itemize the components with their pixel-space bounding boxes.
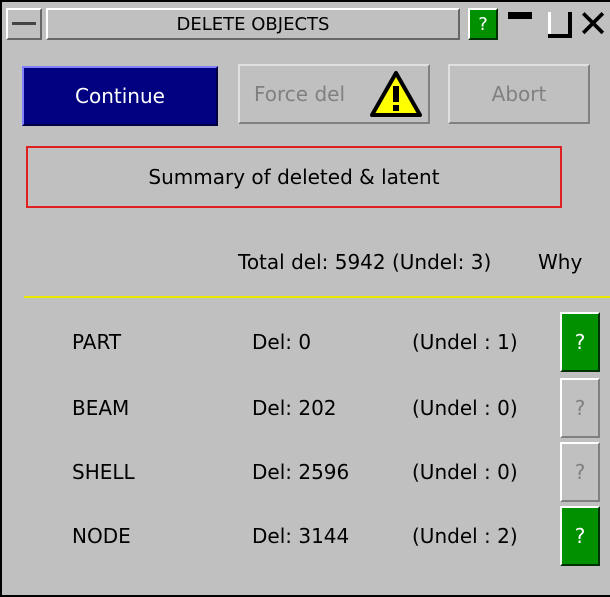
row-deleted-count: Del: 3144 — [252, 524, 350, 548]
table-row-shell: SHELL Del: 2596 (Undel : 0) ? — [2, 442, 610, 502]
row-help-button[interactable]: ? — [560, 312, 600, 372]
delete-objects-window: DELETE OBJECTS ? ✕ Continue Force del Ab… — [0, 0, 610, 597]
row-type: NODE — [72, 524, 131, 548]
force-delete-button[interactable]: Force del — [238, 64, 430, 124]
minimize-icon — [508, 12, 532, 19]
separator-line — [24, 296, 610, 298]
row-undeleted-count: (Undel : 0) — [412, 460, 518, 484]
minimize-button[interactable] — [504, 8, 536, 40]
total-deleted-text: Total del: 5942 (Undel: 3) — [238, 250, 492, 274]
row-deleted-count: Del: 0 — [252, 330, 312, 354]
continue-button[interactable]: Continue — [22, 66, 218, 126]
table-row-beam: BEAM Del: 202 (Undel : 0) ? — [2, 378, 610, 438]
row-undeleted-count: (Undel : 1) — [412, 330, 518, 354]
help-button[interactable]: ? — [468, 8, 498, 40]
title-bar: DELETE OBJECTS ? ✕ — [2, 2, 610, 48]
why-label: Why — [538, 250, 583, 274]
row-deleted-count: Del: 2596 — [252, 460, 350, 484]
row-undeleted-count: (Undel : 2) — [412, 524, 518, 548]
row-undeleted-count: (Undel : 0) — [412, 396, 518, 420]
row-help-button[interactable]: ? — [560, 378, 600, 438]
summary-button[interactable]: Summary of deleted & latent — [26, 146, 562, 208]
maximize-button[interactable] — [542, 8, 574, 40]
table-row-node: NODE Del: 3144 (Undel : 2) ? — [2, 506, 610, 566]
row-deleted-count: Del: 202 — [252, 396, 337, 420]
row-help-button[interactable]: ? — [560, 442, 600, 502]
system-menu-button[interactable] — [6, 8, 42, 40]
row-type: SHELL — [72, 460, 135, 484]
row-help-button[interactable]: ? — [560, 506, 600, 566]
window-title: DELETE OBJECTS — [46, 8, 460, 40]
row-type: BEAM — [72, 396, 130, 420]
menu-bar-icon — [12, 22, 36, 25]
warning-triangle-icon — [370, 71, 422, 117]
table-row-part: PART Del: 0 (Undel : 1) ? — [2, 312, 610, 372]
force-delete-label: Force del — [254, 82, 346, 106]
abort-button[interactable]: Abort — [448, 64, 590, 124]
close-icon[interactable]: ✕ — [576, 5, 610, 43]
row-type: PART — [72, 330, 122, 354]
